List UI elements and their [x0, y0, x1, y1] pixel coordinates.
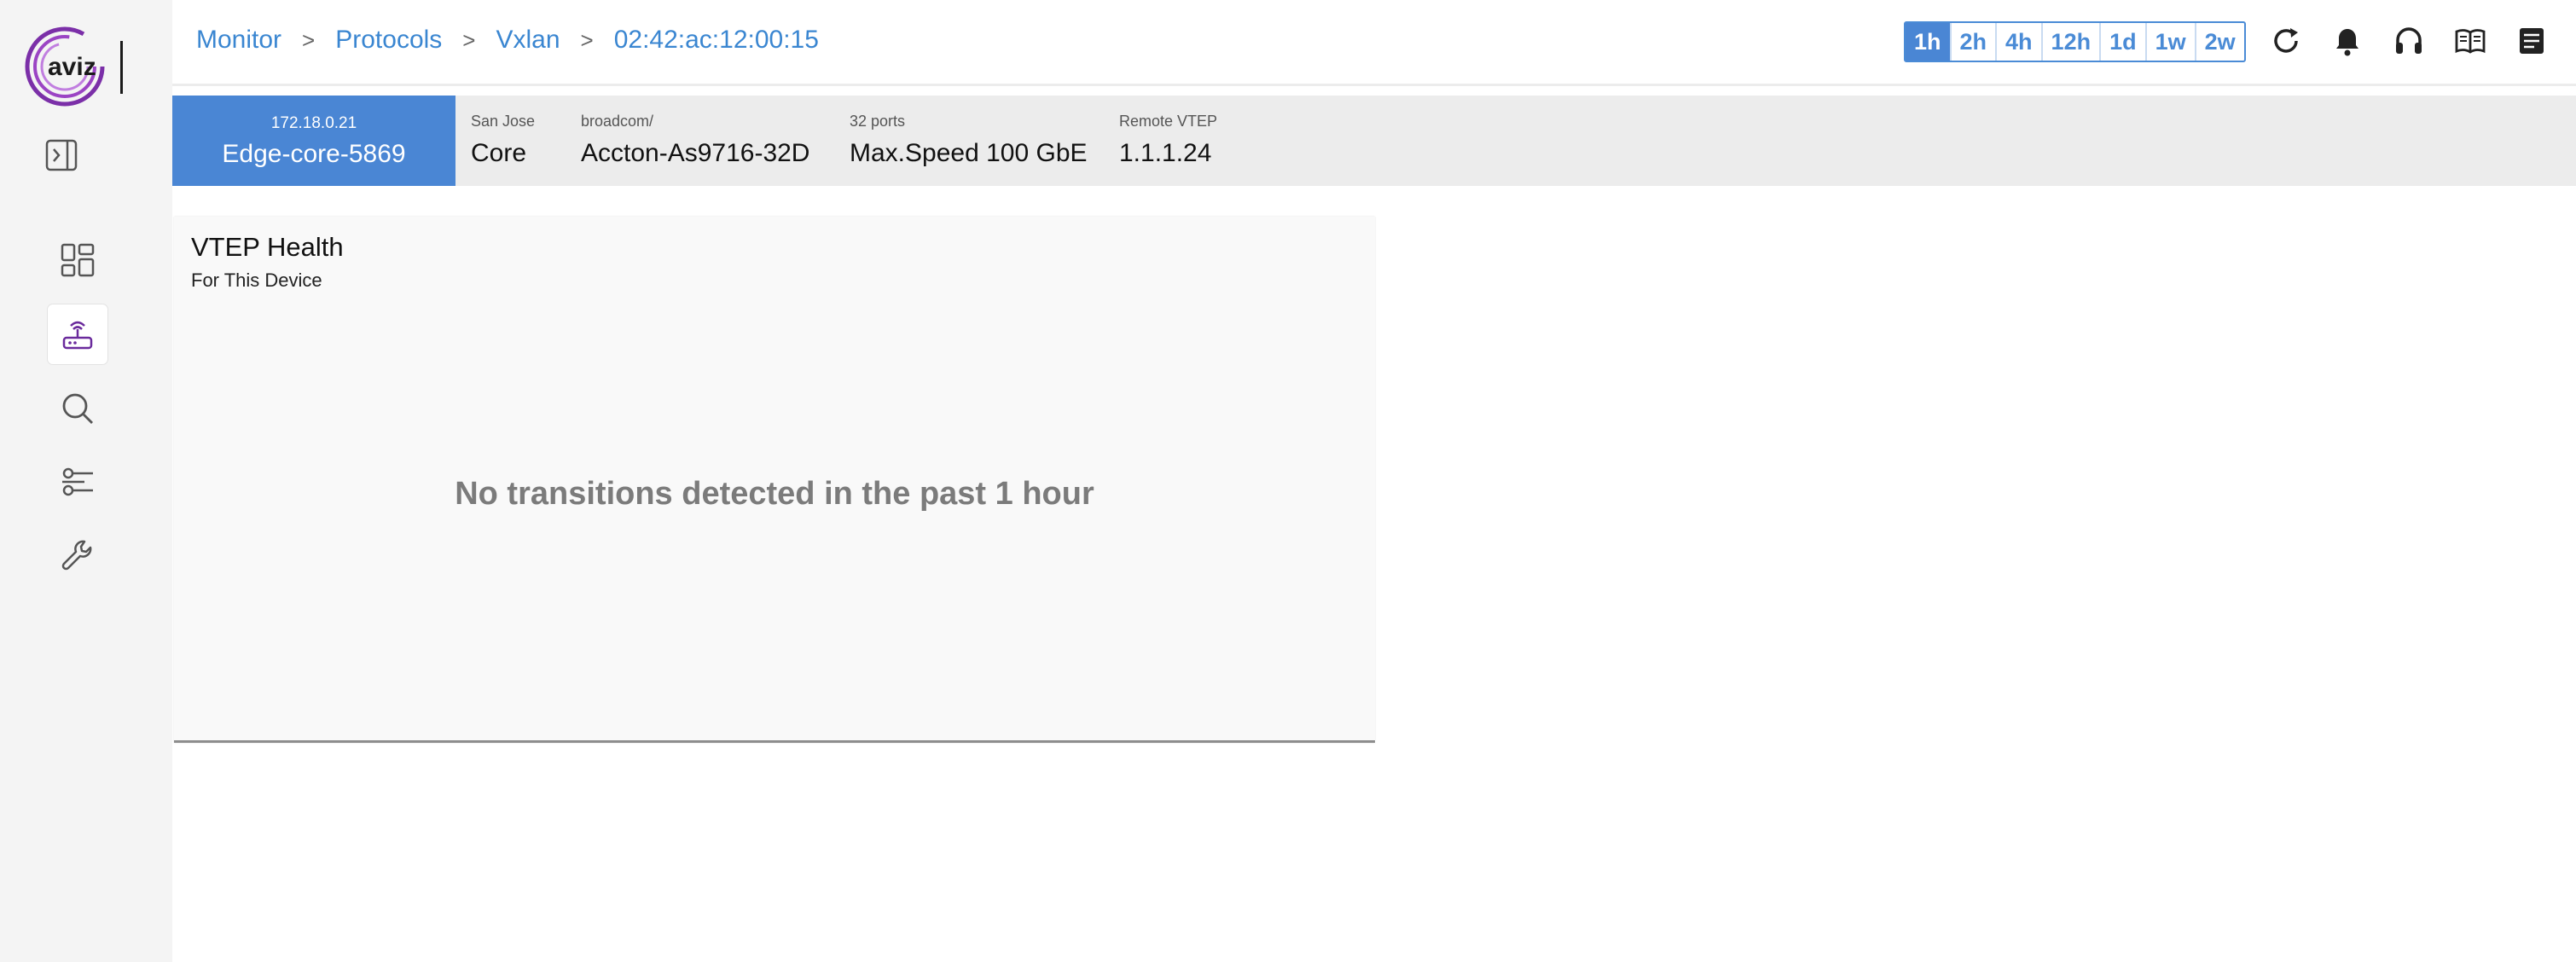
empty-state-message: No transitions detected in the past 1 ho…	[455, 476, 1094, 512]
sidebar-toggle-icon[interactable]	[44, 138, 78, 172]
breadcrumb-separator: >	[302, 26, 316, 53]
bell-icon[interactable]	[2330, 24, 2364, 58]
sidebar-item-tools[interactable]	[48, 525, 107, 585]
notes-icon[interactable]	[2515, 24, 2549, 58]
ports-speed-value: Max.Speed 100 GbE	[850, 139, 1088, 167]
device-selector[interactable]: 172.18.0.21 Edge-core-5869	[172, 96, 455, 186]
vtep-health-panel: VTEP Health For This Device No transitio…	[174, 217, 1375, 743]
time-range-1h[interactable]: 1h	[1906, 23, 1950, 61]
time-range-12h[interactable]: 12h	[2040, 23, 2100, 61]
breadcrumb-vxlan[interactable]: Vxlan	[496, 26, 560, 55]
time-range-4h[interactable]: 4h	[1995, 23, 2041, 61]
header-actions	[2269, 24, 2549, 58]
dashboard-icon	[61, 243, 95, 277]
logo-text: aviz	[48, 53, 96, 81]
breadcrumb-separator: >	[580, 26, 594, 53]
sidebar-item-protocols[interactable]	[48, 304, 107, 364]
time-range-2h[interactable]: 2h	[1949, 23, 1996, 61]
location-value: Core	[471, 139, 527, 167]
remote-vtep-label: Remote VTEP	[1119, 113, 1218, 130]
time-range-selector: 1h 2h 4h 12h 1d 1w 2w	[1904, 21, 2246, 62]
device-remote-vtep: Remote VTEP 1.1.1.24	[1119, 113, 1217, 168]
sidebar: aviz	[0, 0, 172, 962]
time-range-2w[interactable]: 2w	[2194, 23, 2244, 61]
headset-icon[interactable]	[2392, 24, 2426, 58]
breadcrumb-protocols[interactable]: Protocols	[335, 26, 442, 55]
breadcrumb-mac[interactable]: 02:42:ac:12:00:15	[614, 26, 819, 55]
model-value: Accton-As9716-32D	[581, 139, 810, 167]
breadcrumb-separator: >	[462, 26, 476, 53]
device-name: Edge-core-5869	[222, 140, 406, 168]
ports-label: 32 ports	[850, 113, 906, 130]
breadcrumb-monitor[interactable]: Monitor	[196, 26, 281, 55]
book-icon[interactable]	[2453, 24, 2487, 58]
sidebar-item-settings[interactable]	[48, 452, 107, 512]
sidebar-item-dashboard[interactable]	[48, 230, 107, 290]
wrench-icon	[61, 540, 92, 571]
device-ports: 32 ports Max.Speed 100 GbE	[850, 113, 1088, 168]
device-info-bar: 172.18.0.21 Edge-core-5869 San Jose Core…	[172, 96, 2576, 186]
top-header: Monitor > Protocols > Vxlan > 02:42:ac:1…	[172, 0, 2576, 86]
panel-title: VTEP Health	[191, 232, 344, 262]
breadcrumb: Monitor > Protocols > Vxlan > 02:42:ac:1…	[196, 26, 819, 55]
device-ip: 172.18.0.21	[270, 114, 357, 132]
sliders-icon	[62, 467, 93, 496]
refresh-icon[interactable]	[2269, 24, 2303, 58]
sidebar-item-search[interactable]	[48, 379, 107, 438]
panel-subtitle: For This Device	[191, 269, 322, 291]
time-range-1d[interactable]: 1d	[2099, 23, 2145, 61]
aviz-logo[interactable]: aviz	[24, 24, 126, 109]
device-location: San Jose Core	[471, 113, 535, 168]
remote-vtep-value: 1.1.1.24	[1119, 139, 1212, 167]
search-icon	[62, 393, 93, 424]
vendor-label: broadcom/	[581, 113, 654, 130]
location-label: San Jose	[471, 113, 536, 130]
router-icon	[62, 321, 93, 350]
time-range-1w[interactable]: 1w	[2144, 23, 2195, 61]
device-model: broadcom/ Accton-As9716-32D	[581, 113, 809, 168]
